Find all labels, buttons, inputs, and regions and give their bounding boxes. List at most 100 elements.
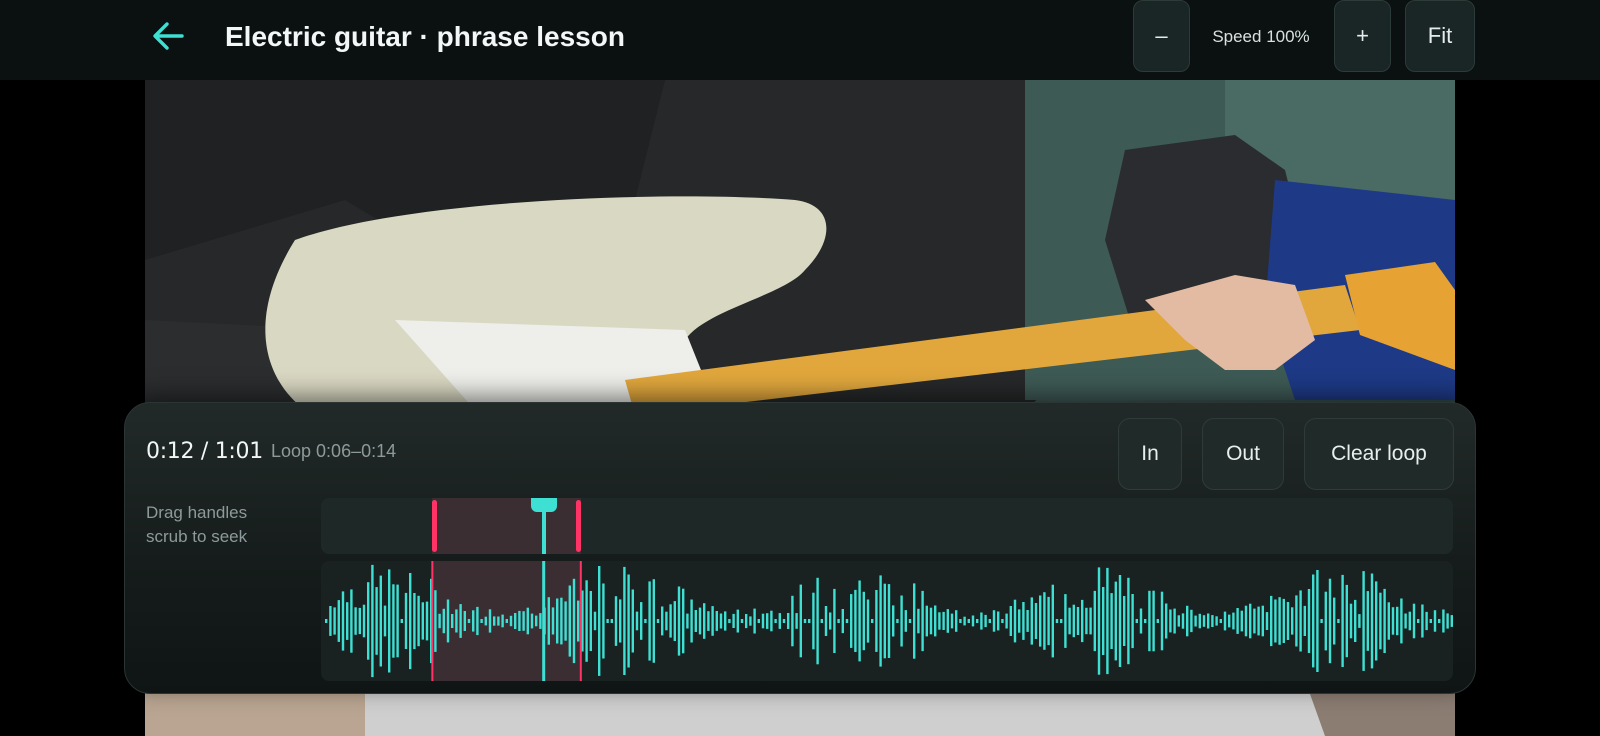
waveform-bar xyxy=(1001,619,1004,623)
speed-down-button[interactable]: – xyxy=(1133,0,1190,72)
waveform-bar xyxy=(816,577,819,665)
waveform-bar xyxy=(337,600,340,642)
speed-up-button[interactable]: + xyxy=(1334,0,1391,72)
fit-button[interactable]: Fit xyxy=(1405,0,1475,72)
speed-readout: Speed 100% xyxy=(1212,27,1310,46)
waveform-bar xyxy=(1013,599,1017,643)
waveform-bar xyxy=(619,599,622,643)
waveform-bar xyxy=(442,608,445,634)
waveform-bar xyxy=(1114,581,1117,661)
waveform-bar xyxy=(883,583,886,659)
waveform-bar xyxy=(446,599,450,643)
waveform-bar xyxy=(577,600,580,642)
waveform-bar xyxy=(707,611,710,631)
waveform-bar xyxy=(1429,619,1432,623)
set-in-button[interactable]: In xyxy=(1118,418,1182,490)
back-button[interactable] xyxy=(148,18,188,58)
waveform-bar xyxy=(1303,605,1306,636)
waveform-bar xyxy=(1110,593,1113,649)
waveform-bar xyxy=(871,619,874,623)
waveform-bar xyxy=(938,612,941,630)
waveform-bar xyxy=(690,599,693,643)
waveform-bar xyxy=(614,596,618,646)
waveform-bar xyxy=(904,610,907,632)
waveform-bar xyxy=(1181,613,1185,629)
hint-line-2: scrub to seek xyxy=(146,527,248,546)
waveform-bar xyxy=(1366,591,1369,651)
waveform-bar xyxy=(770,610,773,632)
playhead-handle[interactable] xyxy=(541,498,546,554)
waveform-bar xyxy=(1085,607,1088,635)
waveform-bar xyxy=(900,595,903,647)
waveform-bar xyxy=(1442,609,1445,633)
waveform-bar xyxy=(1425,611,1428,631)
waveform-bar xyxy=(829,612,832,630)
waveform-bar xyxy=(497,616,500,626)
waveform-bar xyxy=(921,590,924,652)
waveform-bar xyxy=(346,602,349,640)
waveform-bar xyxy=(698,607,702,635)
waveform-bar xyxy=(434,590,437,652)
waveform-bar xyxy=(564,601,567,641)
loop-out-handle[interactable] xyxy=(575,500,581,552)
waveform-bar xyxy=(1324,591,1327,651)
waveform-bar xyxy=(799,584,802,658)
waveform-bar xyxy=(908,619,912,623)
waveform-bar xyxy=(980,612,983,630)
waveform-bar xyxy=(824,606,828,636)
waveform-bar xyxy=(598,566,601,676)
waveform-bar xyxy=(476,606,479,636)
waveform-bar xyxy=(887,584,891,658)
waveform-bar xyxy=(879,575,882,667)
waveform-bar xyxy=(404,592,408,649)
waveform-bar xyxy=(673,601,676,641)
waveform-bar xyxy=(1232,612,1235,630)
waveform-bar xyxy=(1076,607,1080,635)
waveform-bar xyxy=(425,601,429,641)
waveform-bar xyxy=(854,589,857,652)
waveform-bar xyxy=(971,615,975,627)
waveform-bar xyxy=(388,569,391,673)
waveform-bar xyxy=(1072,604,1075,638)
waveform-bar xyxy=(350,589,353,653)
waveform-bar xyxy=(1341,574,1344,667)
clear-loop-button[interactable]: Clear loop xyxy=(1304,418,1454,490)
waveform-bar xyxy=(959,619,962,623)
waveform-bar xyxy=(1286,602,1290,640)
waveform[interactable] xyxy=(321,561,1453,681)
waveform-bar xyxy=(656,619,660,623)
waveform-bar xyxy=(1139,608,1143,634)
waveform-bar xyxy=(1337,619,1340,623)
waveform-bar xyxy=(1043,592,1046,650)
waveform-bar xyxy=(1354,599,1357,642)
waveform-bar xyxy=(1261,605,1264,637)
loop-in-handle[interactable] xyxy=(432,500,438,552)
waveform-bar xyxy=(631,589,634,653)
waveform-bar xyxy=(472,610,475,632)
waveform-bar xyxy=(1370,573,1374,669)
set-out-button[interactable]: Out xyxy=(1202,418,1284,490)
waveform-bar xyxy=(329,606,332,636)
waveform-bar xyxy=(761,613,765,629)
waveform-bar xyxy=(451,614,454,628)
waveform-bar xyxy=(791,595,794,647)
waveform-bar xyxy=(892,605,895,637)
waveform-bar xyxy=(774,619,777,623)
waveform-bar xyxy=(1211,615,1214,627)
waveform-bar xyxy=(1412,603,1416,639)
waveform-bar xyxy=(341,591,345,651)
waveform-bar xyxy=(1299,590,1302,652)
waveform-bar xyxy=(644,619,647,623)
waveform-bar xyxy=(1018,609,1021,633)
waveform-bar xyxy=(967,619,970,623)
waveform-bar xyxy=(665,611,668,631)
loop-scrub-track[interactable] xyxy=(321,498,1453,554)
waveform-bar xyxy=(1379,592,1382,650)
waveform-bar xyxy=(1408,611,1411,631)
waveform-bar xyxy=(740,619,744,623)
drag-hint: Drag handles scrub to seek xyxy=(146,501,296,549)
waveform-bar xyxy=(1148,590,1151,652)
waveform-bar xyxy=(955,610,958,632)
waveform-bar xyxy=(1328,578,1332,664)
waveform-bar xyxy=(1223,611,1227,631)
